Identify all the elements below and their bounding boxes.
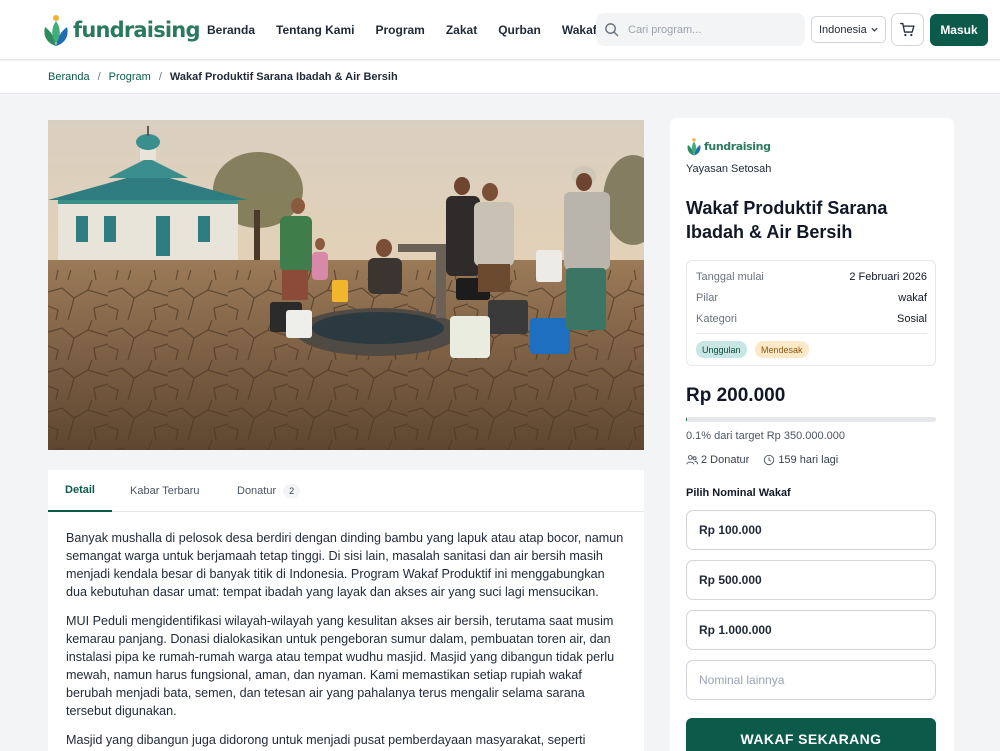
program-title: Wakaf Produktif Sarana Ibadah & Air Bers… xyxy=(686,198,888,242)
info-value: 2 Februari 2026 xyxy=(849,271,927,283)
breadcrumb-separator: / xyxy=(158,71,162,83)
donatur-count-badge: 2 xyxy=(283,484,301,498)
program-info-card: Tanggal mulai 2 Februari 2026 Pilar waka… xyxy=(686,260,936,366)
clock-icon xyxy=(764,454,775,466)
tab-kabar-terbaru[interactable]: Kabar Terbaru xyxy=(130,470,200,512)
language-select[interactable]: Indonesia xyxy=(811,16,886,43)
donor-count: 2 Donatur xyxy=(701,454,750,466)
info-row-pilar: Pilar wakaf xyxy=(696,292,927,304)
logo-text: fundraising xyxy=(73,18,200,42)
tab-kabar-terbaru-label: Kabar Terbaru xyxy=(130,485,200,497)
info-label: Tanggal mulai xyxy=(696,271,764,283)
breadcrumb: Beranda / Program / Wakaf Produktif Sara… xyxy=(0,61,1000,94)
org-name: Yayasan Setosah xyxy=(686,163,772,175)
search-box xyxy=(596,13,805,46)
logo-leaf-icon xyxy=(44,15,68,46)
nominal-option-1000000[interactable]: Rp 1.000.000 xyxy=(686,610,936,650)
tab-detail-label: Detail xyxy=(65,484,95,496)
nominal-option-500000[interactable]: Rp 500.000 xyxy=(686,560,936,600)
info-label: Kategori xyxy=(696,313,737,325)
days-left: 159 hari lagi xyxy=(778,454,839,466)
org-logo-leaf-icon xyxy=(687,137,701,155)
breadcrumb-separator: / xyxy=(97,71,101,83)
nav-program[interactable]: Program xyxy=(375,23,424,37)
info-divider xyxy=(696,333,927,334)
hero-photo xyxy=(48,120,644,450)
donation-sidebar: fundraising Yayasan Setosah Wakaf Produk… xyxy=(670,118,954,751)
nominal-label: Pilih Nominal Wakaf xyxy=(686,487,791,499)
donation-progress-bar xyxy=(686,417,936,422)
donate-now-button[interactable]: WAKAF SEKARANG xyxy=(686,718,936,751)
target-text: 0.1% dari target Rp 350.000.000 xyxy=(686,430,846,442)
tab-donatur-label: Donatur xyxy=(237,485,277,497)
people-icon xyxy=(686,455,698,465)
collected-amount: Rp 200.000 xyxy=(686,385,786,406)
nominal-option-100000[interactable]: Rp 100.000 xyxy=(686,510,936,550)
description-paragraph: Banyak mushalla di pelosok desa berdiri … xyxy=(66,531,624,599)
program-description: Banyak mushalla di pelosok desa berdiri … xyxy=(48,512,644,751)
breadcrumb-current: Wakaf Produktif Sarana Ibadah & Air Bers… xyxy=(169,71,398,83)
nav-tentang-kami[interactable]: Tentang Kami xyxy=(276,23,354,37)
program-tabs: Detail Kabar Terbaru Donatur 2 xyxy=(48,470,644,512)
language-value: Indonesia xyxy=(819,23,867,36)
cart-icon xyxy=(900,22,915,37)
org-logo: fundraising xyxy=(686,136,771,156)
info-row-start-date: Tanggal mulai 2 Februari 2026 xyxy=(696,271,927,283)
info-value: Sosial xyxy=(897,313,927,325)
info-value: wakaf xyxy=(898,292,927,304)
search-input[interactable] xyxy=(628,23,788,36)
chevron-down-icon xyxy=(871,27,878,32)
cart-button[interactable] xyxy=(891,13,924,46)
custom-nominal-input[interactable] xyxy=(686,660,936,700)
description-paragraph: Masjid yang dibangun juga didorong untuk… xyxy=(66,733,586,747)
login-button[interactable]: Masuk xyxy=(930,14,988,46)
search-icon xyxy=(605,23,619,37)
breadcrumb-home[interactable]: Beranda xyxy=(48,71,90,83)
breadcrumb-program[interactable]: Program xyxy=(109,71,151,83)
program-stats: 2 Donatur 159 hari lagi xyxy=(686,454,838,466)
nav-beranda[interactable]: Beranda xyxy=(207,23,255,37)
tag-mendesak: Mendesak xyxy=(755,341,809,358)
tab-donatur[interactable]: Donatur 2 xyxy=(237,470,301,512)
org-logo-text: fundraising xyxy=(704,139,771,153)
description-paragraph: MUI Peduli mengidentifikasi wilayah-wila… xyxy=(66,614,615,718)
program-hero-image xyxy=(48,120,644,450)
site-header: fundraising Beranda Tentang Kami Program… xyxy=(0,0,1000,60)
nav-zakat[interactable]: Zakat xyxy=(446,23,477,37)
site-logo[interactable]: fundraising xyxy=(42,12,200,48)
main-nav: Beranda Tentang Kami Program Zakat Qurba… xyxy=(207,0,597,60)
tag-unggulan: Unggulan xyxy=(696,341,747,358)
tab-detail[interactable]: Detail xyxy=(48,470,112,512)
nav-wakaf[interactable]: Wakaf xyxy=(562,23,597,37)
info-label: Pilar xyxy=(696,292,719,304)
info-row-kategori: Kategori Sosial xyxy=(696,313,927,325)
nav-qurban[interactable]: Qurban xyxy=(498,23,541,37)
